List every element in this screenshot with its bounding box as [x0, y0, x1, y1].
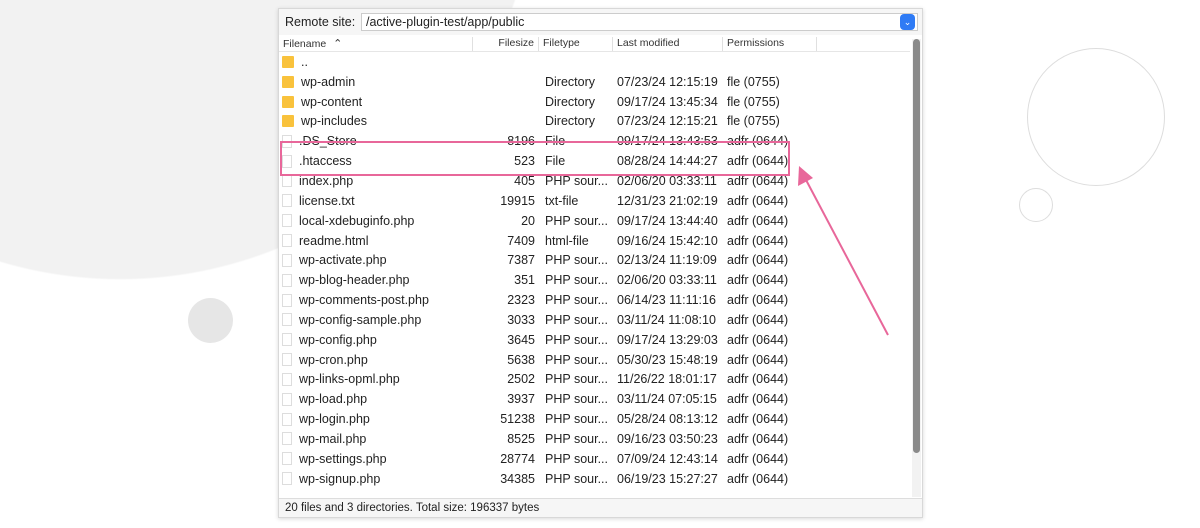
arrow-icon	[798, 166, 889, 336]
